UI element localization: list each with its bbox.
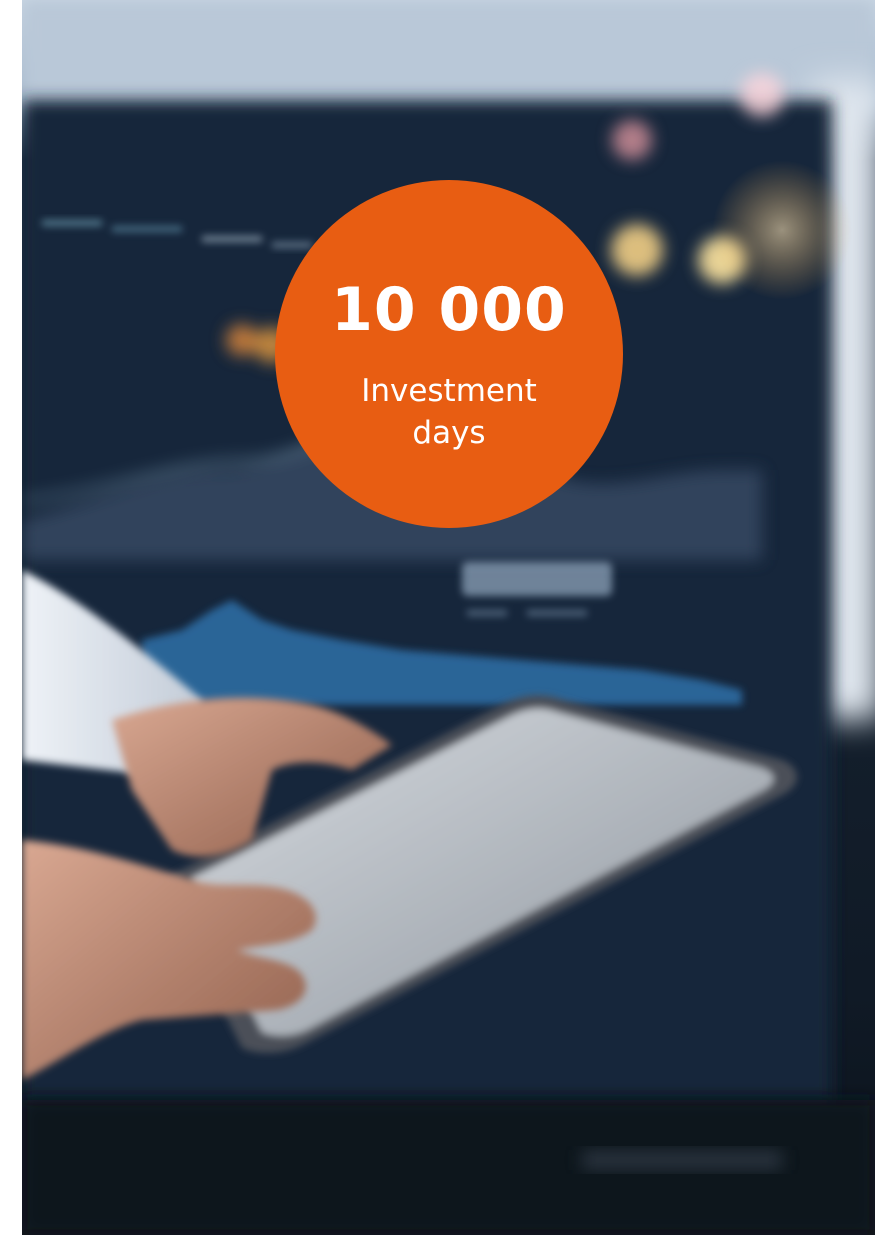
stat-label: Investment days — [361, 373, 537, 451]
stat-value: 10 000 — [331, 275, 567, 345]
stat-badge: 10 000 Investment days — [275, 180, 623, 528]
